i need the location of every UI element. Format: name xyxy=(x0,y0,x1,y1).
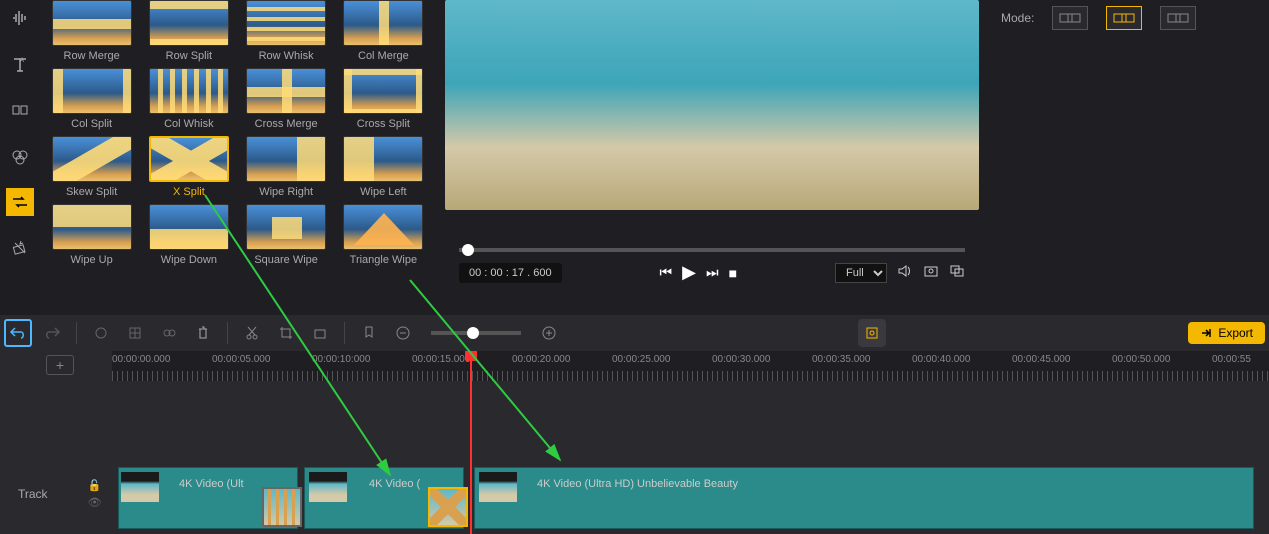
render-settings-button[interactable] xyxy=(858,319,886,347)
clip-label: 4K Video (Ult xyxy=(179,478,244,490)
mode-prefix-button[interactable] xyxy=(1106,6,1142,30)
track-label: Track xyxy=(18,487,48,501)
play-button[interactable]: ▶ xyxy=(682,262,696,283)
transition-wipe-up[interactable]: Wipe Up xyxy=(48,204,135,266)
fullscreen-icon[interactable] xyxy=(949,263,965,282)
transitions-tool-icon[interactable] xyxy=(6,188,34,216)
rotate-tool-icon[interactable] xyxy=(6,234,34,262)
transition-label: Row Whisk xyxy=(259,50,314,62)
transition-label: X Split xyxy=(173,186,205,198)
transition-label: Col Whisk xyxy=(164,118,214,130)
right-properties-panel: Mode: xyxy=(989,0,1269,315)
marker-button[interactable] xyxy=(355,319,383,347)
clip-label: 4K Video ( xyxy=(369,478,420,490)
ruler-tick: 00:00:35.000 xyxy=(812,354,870,365)
zoom-out-button[interactable] xyxy=(389,319,417,347)
transition-label: Row Split xyxy=(166,50,212,62)
transition-triangle-wipe[interactable]: Triangle Wipe xyxy=(340,204,427,266)
lock-icon[interactable]: 🔓 xyxy=(88,479,102,492)
transition-wipe-right[interactable]: Wipe Right xyxy=(243,136,330,198)
ruler-tick: 00:00:00.000 xyxy=(112,354,170,365)
transition-cross-merge[interactable]: Cross Merge xyxy=(243,68,330,130)
ruler-tick: 00:00:05.000 xyxy=(212,354,270,365)
undo-button[interactable] xyxy=(4,319,32,347)
ruler-tick: 00:00:55 xyxy=(1212,354,1251,365)
transition-clip[interactable] xyxy=(262,487,302,527)
transition-label: Wipe Left xyxy=(360,186,406,198)
ruler-tick: 00:00:20.000 xyxy=(512,354,570,365)
svg-text:A: A xyxy=(20,58,24,64)
redo-button[interactable] xyxy=(38,319,66,347)
transition-label: Cross Merge xyxy=(255,118,318,130)
add-track-button[interactable]: + xyxy=(46,355,74,375)
zoom-in-button[interactable] xyxy=(535,319,563,347)
transition-wipe-left[interactable]: Wipe Left xyxy=(340,136,427,198)
transition-col-split[interactable]: Col Split xyxy=(48,68,135,130)
text-tool-icon[interactable]: A xyxy=(6,50,34,78)
transitions-panel: Row Merge Row Split Row Whisk Col Merge Col … xyxy=(40,0,435,315)
ruler-tick: 00:00:25.000 xyxy=(612,354,670,365)
transition-label: Row Merge xyxy=(64,50,120,62)
transition-row-split[interactable]: Row Split xyxy=(145,0,232,62)
playhead[interactable] xyxy=(470,351,472,534)
tool-icon-1[interactable] xyxy=(87,319,115,347)
next-frame-button[interactable]: ⏭ xyxy=(706,264,719,281)
tool-icon-3[interactable] xyxy=(155,319,183,347)
transition-label: Skew Split xyxy=(66,186,117,198)
mode-label: Mode: xyxy=(1001,11,1034,25)
ruler-tick: 00:00:50.000 xyxy=(1112,354,1170,365)
preview-progress[interactable] xyxy=(459,248,965,252)
transition-square-wipe[interactable]: Square Wipe xyxy=(243,204,330,266)
zoom-slider[interactable] xyxy=(431,331,521,335)
volume-icon[interactable] xyxy=(897,263,913,282)
timeline-clip[interactable]: 4K Video (Ultra HD) Unbelievable Beauty xyxy=(474,467,1254,529)
transition-col-whisk[interactable]: Col Whisk xyxy=(145,68,232,130)
mode-overlap-button[interactable] xyxy=(1052,6,1088,30)
clip-label: 4K Video (Ultra HD) Unbelievable Beauty xyxy=(537,478,738,490)
timeline: + Track 🔓 👁 00:00:00.00000:00:05.00000:0… xyxy=(0,351,1269,534)
delete-button[interactable] xyxy=(189,319,217,347)
time-display: 00 : 00 : 17 . 600 xyxy=(459,263,562,283)
ruler-tick: 00:00:45.000 xyxy=(1012,354,1070,365)
transition-label: Wipe Down xyxy=(161,254,217,266)
quality-select[interactable]: Full xyxy=(835,263,887,283)
left-toolbar: A xyxy=(0,0,40,315)
crop-button[interactable] xyxy=(272,319,300,347)
transition-wipe-down[interactable]: Wipe Down xyxy=(145,204,232,266)
transition-clip[interactable] xyxy=(428,487,468,527)
transition-row-merge[interactable]: Row Merge xyxy=(48,0,135,62)
transition-row-whisk[interactable]: Row Whisk xyxy=(243,0,330,62)
ruler-tick: 00:00:15.000 xyxy=(412,354,470,365)
transition-label: Square Wipe xyxy=(254,254,318,266)
transition-label: Wipe Right xyxy=(259,186,313,198)
ruler-tick: 00:00:10:000 xyxy=(312,354,370,365)
ruler-tick: 00:00:40.000 xyxy=(912,354,970,365)
split-tool-icon[interactable] xyxy=(6,96,34,124)
snapshot-icon[interactable] xyxy=(923,263,939,282)
tool-icon-2[interactable] xyxy=(121,319,149,347)
timeline-toolbar: Export xyxy=(0,315,1269,351)
ruler-tick: 00:00:30.000 xyxy=(712,354,770,365)
visibility-icon[interactable]: 👁 xyxy=(88,496,102,509)
transition-label: Col Split xyxy=(71,118,112,130)
preview-panel: 00 : 00 : 17 . 600 ⏮ ▶ ⏭ ■ Full xyxy=(435,0,989,315)
cut-button[interactable] xyxy=(238,319,266,347)
audio-tool-icon[interactable] xyxy=(6,4,34,32)
transition-label: Col Merge xyxy=(358,50,409,62)
tool-icon-6[interactable] xyxy=(306,319,334,347)
transition-label: Wipe Up xyxy=(71,254,113,266)
transition-label: Cross Split xyxy=(357,118,410,130)
transition-label: Triangle Wipe xyxy=(350,254,417,266)
prev-frame-button[interactable]: ⏮ xyxy=(660,264,673,281)
transition-skew-split[interactable]: Skew Split xyxy=(48,136,135,198)
export-button[interactable]: Export xyxy=(1188,322,1265,344)
mode-postfix-button[interactable] xyxy=(1160,6,1196,30)
transition-col-merge[interactable]: Col Merge xyxy=(340,0,427,62)
timeline-ruler[interactable]: 00:00:00.000 00:00:05.000 00:00:10:000 00:0… xyxy=(112,351,1269,381)
transition-x-split[interactable]: X Split xyxy=(145,136,232,198)
preview-video[interactable] xyxy=(445,0,979,210)
transition-cross-split[interactable]: Cross Split xyxy=(340,68,427,130)
color-tool-icon[interactable] xyxy=(6,142,34,170)
stop-button[interactable]: ■ xyxy=(729,265,737,281)
